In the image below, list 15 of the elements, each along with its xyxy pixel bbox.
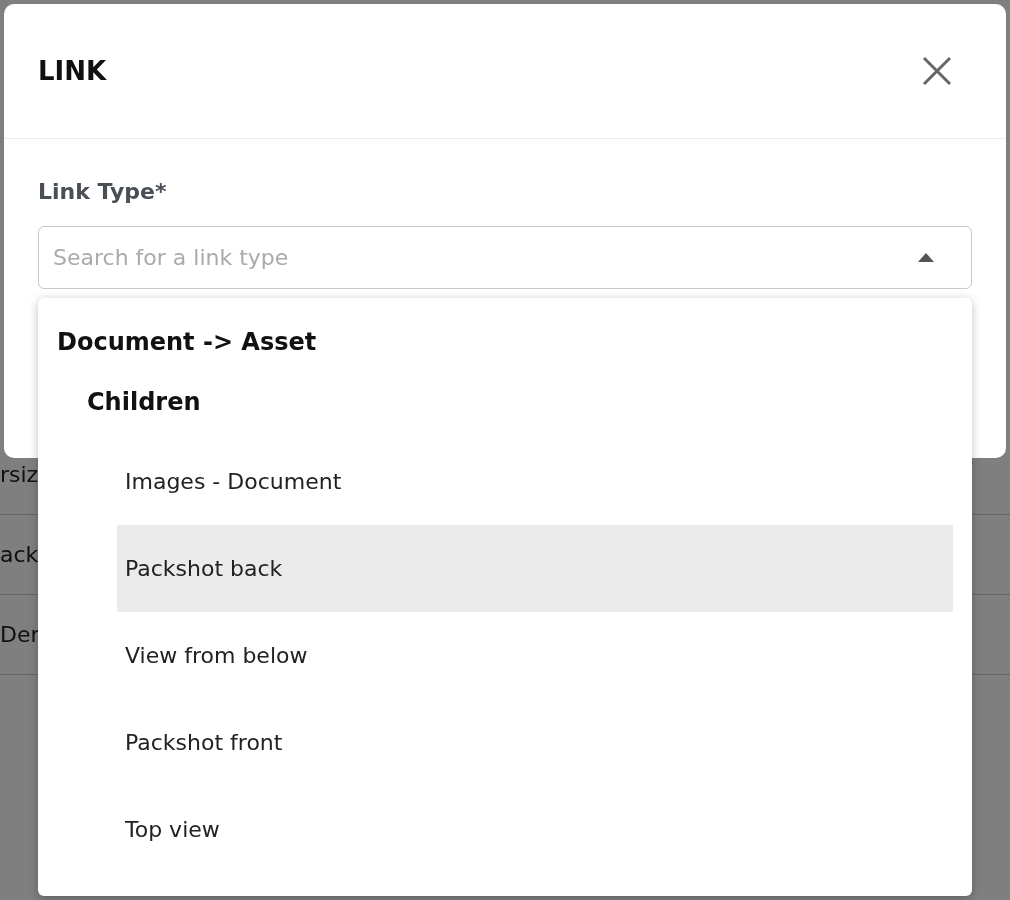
caret-icon[interactable] — [918, 253, 934, 262]
subgroup-heading: Children — [87, 387, 202, 418]
field-label: Link Type* — [38, 179, 168, 204]
dropdown-option[interactable]: Top view — [117, 786, 953, 873]
dropdown-option[interactable]: Packshot back — [117, 525, 953, 612]
close-icon — [922, 56, 952, 86]
table-cell: Der — [0, 622, 40, 647]
dialog-title: LINK — [38, 56, 107, 86]
table-cell: rsiz — [0, 462, 39, 487]
link-type-search-field[interactable]: Search for a link type — [38, 226, 972, 289]
dropdown-option[interactable]: Images - Document — [117, 438, 953, 525]
group-heading: Document -> Asset — [57, 327, 318, 358]
table-cell: ack — [0, 542, 39, 567]
dropdown-option[interactable]: Packshot front — [117, 699, 953, 786]
dropdown-option[interactable]: View from below — [117, 612, 953, 699]
